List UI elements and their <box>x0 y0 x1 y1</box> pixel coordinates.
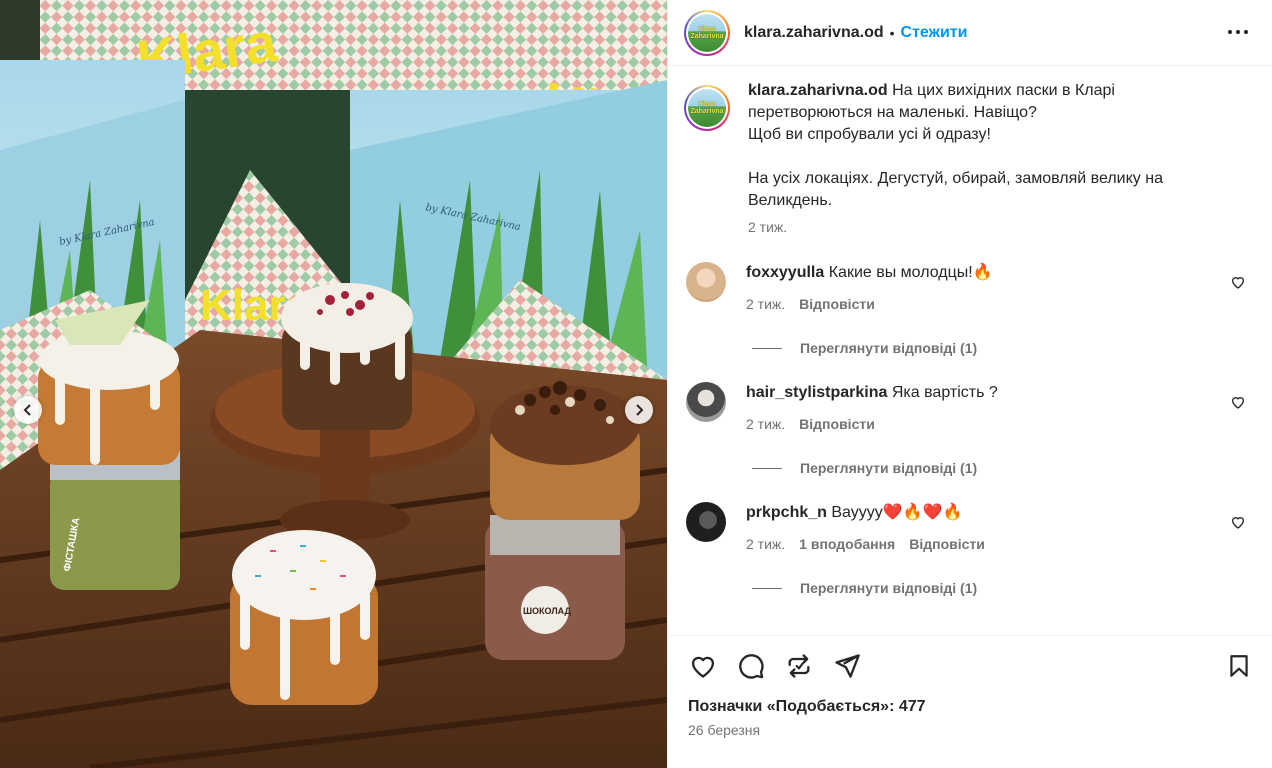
heart-icon[interactable] <box>1230 514 1246 530</box>
comment-likes-button[interactable]: 1 вподобання <box>799 533 895 555</box>
post-date[interactable]: 26 березня <box>668 722 1272 738</box>
repost-button[interactable] <box>784 651 814 681</box>
avatar-text: Klara Zaharivna <box>690 25 724 40</box>
post-actions-bar <box>668 636 1272 696</box>
comment-item: hair_stylistparkina Яка вартість ? 2 тиж… <box>684 382 1256 435</box>
commenter-avatar[interactable] <box>686 502 726 542</box>
chevron-right-icon <box>636 404 644 416</box>
post-details-panel: Klara Zaharivna klara.zaharivna.od • Сте… <box>667 0 1272 768</box>
caption-time[interactable]: 2 тиж. <box>748 218 1208 236</box>
post-photo: Klara Klar by Klara Zaharivna by Klara Z… <box>0 0 667 768</box>
comments-list[interactable]: Klara Zaharivna klara.zaharivna.od На ци… <box>668 66 1272 636</box>
comment-item: foxxyyulla Какие вы молодцы!🔥 2 тиж. Від… <box>684 262 1256 315</box>
header-separator: • <box>889 24 895 41</box>
next-photo-button[interactable] <box>625 396 653 424</box>
comment-username[interactable]: prkpchk_n <box>746 504 827 521</box>
comment-username[interactable]: hair_stylistparkina <box>746 384 887 401</box>
post-media[interactable]: Klara Klar by Klara Zaharivna by Klara Z… <box>0 0 667 768</box>
chevron-left-icon <box>23 404 31 416</box>
save-button[interactable] <box>1224 651 1254 681</box>
commenter-avatar[interactable] <box>686 382 726 422</box>
post-caption: Klara Zaharivna klara.zaharivna.od На ци… <box>684 80 1256 236</box>
view-replies-label: Переглянути відповіді (1) <box>800 580 978 596</box>
svg-text:ШОКОЛАД: ШОКОЛАД <box>523 606 571 616</box>
comment-text: Яка вартість ? <box>891 384 998 401</box>
caption-avatar[interactable]: Klara Zaharivna <box>684 85 730 131</box>
share-icon <box>835 654 860 678</box>
comment-item: prkpchk_n Вауууу❤️🔥❤️🔥 2 тиж. 1 вподобан… <box>684 502 1256 555</box>
prev-photo-button[interactable] <box>14 396 42 424</box>
more-icon[interactable] <box>1226 22 1250 42</box>
comment-time[interactable]: 2 тиж. <box>746 533 785 555</box>
view-replies-button[interactable]: Переглянути відповіді (1) <box>752 580 1256 596</box>
heart-icon[interactable] <box>1230 394 1246 410</box>
reply-button[interactable]: Відповісти <box>799 293 875 315</box>
comment-time[interactable]: 2 тиж. <box>746 293 785 315</box>
reply-button[interactable]: Відповісти <box>909 533 985 555</box>
share-button[interactable] <box>832 651 862 681</box>
comment-text: Вауууу❤️🔥❤️🔥 <box>831 504 963 521</box>
comment-text: Какие вы молодцы!🔥 <box>828 264 993 281</box>
follow-button[interactable]: Стежити <box>901 24 968 42</box>
comment-time[interactable]: 2 тиж. <box>746 413 785 435</box>
view-replies-label: Переглянути відповіді (1) <box>800 460 978 476</box>
comment-username[interactable]: foxxyyulla <box>746 264 824 281</box>
caption-username[interactable]: klara.zaharivna.od <box>748 82 888 99</box>
likes-count[interactable]: Позначки «Подобається»: 477 <box>668 696 1272 718</box>
post-header: Klara Zaharivna klara.zaharivna.od • Сте… <box>668 0 1272 66</box>
view-replies-button[interactable]: Переглянути відповіді (1) <box>752 460 1256 476</box>
view-replies-button[interactable]: Переглянути відповіді (1) <box>752 340 1256 356</box>
like-button[interactable] <box>688 651 718 681</box>
view-replies-label: Переглянути відповіді (1) <box>800 340 978 356</box>
repost-icon <box>788 654 810 678</box>
author-avatar[interactable]: Klara Zaharivna <box>684 9 730 56</box>
comment-icon <box>739 654 764 679</box>
heart-icon <box>691 656 715 678</box>
commenter-avatar[interactable] <box>686 262 726 302</box>
author-username[interactable]: klara.zaharivna.od <box>744 24 884 42</box>
reply-button[interactable]: Відповісти <box>799 413 875 435</box>
heart-icon[interactable] <box>1230 274 1246 290</box>
bookmark-icon <box>1230 655 1248 677</box>
caption-text: На цих вихідних паски в Кларі перетворюю… <box>748 82 1163 209</box>
avatar-text: Klara Zaharivna <box>690 101 724 115</box>
comment-button[interactable] <box>736 651 766 681</box>
